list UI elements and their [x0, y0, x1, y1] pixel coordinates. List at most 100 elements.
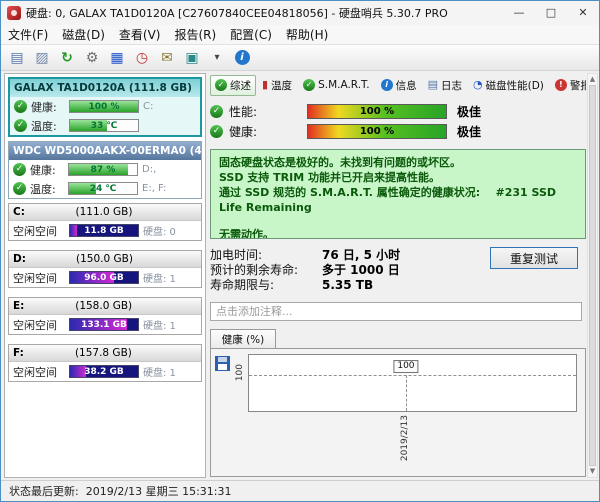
health-ok-icon: ✓: [14, 100, 27, 113]
data-point-label: 100: [393, 360, 418, 373]
partition-letter: D:: [13, 253, 26, 265]
tab-overview[interactable]: ✓ 综述: [210, 75, 256, 96]
drive-name: GALAX TA1D0120A (111.8 GB): [10, 79, 200, 97]
stat-power-on-time: 加电时间: 76 日, 5 小时: [210, 247, 490, 262]
titlebar: 硬盘: 0, GALAX TA1D0120A [C27607840CEE0481…: [1, 1, 599, 25]
sidebar-partition-f[interactable]: F: (157.8 GB) 空闲空间 38.2 GB 硬盘: 1: [8, 344, 202, 382]
hard-disk-icon[interactable]: ▤: [6, 47, 28, 69]
menu-disk[interactable]: 磁盘(D): [55, 25, 112, 45]
partition-size: (111.0 GB): [25, 206, 183, 218]
tab-temperature[interactable]: ▮ 温度: [257, 75, 297, 96]
tab-disk-performance[interactable]: ◔ 磁盘性能(D): [468, 75, 549, 96]
free-space-value: 11.8 GB: [70, 226, 138, 236]
menu-report[interactable]: 报告(R): [167, 25, 223, 45]
temp-label: 温度:: [31, 118, 65, 134]
scroll-down-icon[interactable]: ▼: [588, 466, 597, 477]
mail-icon[interactable]: ✉: [156, 47, 178, 69]
temp-ok-icon: ✓: [13, 182, 26, 195]
close-button[interactable]: ✕: [567, 1, 599, 25]
drive-temp-row: ✓ 温度: 24 ℃ E:, F:: [9, 179, 201, 198]
stat-lifetime-writes: 寿命期限与: 5.35 TB: [210, 277, 490, 292]
performance-label: 性能:: [229, 103, 301, 120]
temp-label: 温度:: [30, 181, 64, 197]
health-bar: 87 %: [68, 163, 138, 176]
sidebar-drive-wdc[interactable]: WDC WD5000AAKX-00ERMA0 (465.8 GB) ✓ 健康: …: [8, 141, 202, 199]
partition-header: E: (158.0 GB): [9, 298, 201, 315]
window-title: 硬盘: 0, GALAX TA1D0120A [C27607840CEE0481…: [26, 5, 503, 21]
tools-icon[interactable]: ⚙: [81, 47, 103, 69]
surface-test-icon[interactable]: ▦: [106, 47, 128, 69]
sidebar-partition-c[interactable]: C: (111.0 GB) 空闲空间 11.8 GB 硬盘: 0: [8, 203, 202, 241]
free-space-value: 38.2 GB: [70, 367, 138, 377]
tab-label: 信息: [396, 78, 417, 93]
tab-label: 警报(A): [570, 78, 586, 93]
partition-free-row: 空闲空间 38.2 GB 硬盘: 1: [9, 362, 201, 381]
stat-label: 寿命期限与:: [210, 276, 322, 293]
health-rating: 极佳: [457, 123, 481, 140]
app-disk-icon: [7, 6, 21, 20]
stats-list: 加电时间: 76 日, 5 小时 预计的剩余寿命: 多于 1000 日 寿命期限…: [210, 247, 490, 292]
free-space-label: 空闲空间: [13, 270, 65, 286]
tab-label: 磁盘性能(D): [486, 78, 544, 93]
tab-label: 温度: [271, 78, 292, 93]
clock-icon[interactable]: ◷: [131, 47, 153, 69]
status-line: 通过 SSD 规范的 S.M.A.R.T. 属性确定的健康状况: #231 SS…: [219, 185, 577, 215]
free-space-bar: 11.8 GB: [69, 224, 139, 237]
main-area: GALAX TA1D0120A (111.8 GB) ✓ 健康: 100 % C…: [1, 71, 599, 480]
minimize-button[interactable]: —: [503, 1, 535, 25]
dropdown-arrow-icon[interactable]: ▾: [206, 47, 228, 69]
tab-alerts[interactable]: ! 警报(A): [550, 75, 586, 96]
thermometer-icon: ▮: [262, 79, 268, 91]
performance-ok-icon: ✓: [210, 105, 223, 118]
disk-detect-icon[interactable]: ▨: [31, 47, 53, 69]
scroll-up-icon[interactable]: ▲: [588, 74, 597, 85]
chart-tab-health[interactable]: 健康 (%): [210, 329, 276, 348]
drive-partition-letters: C:: [143, 101, 153, 112]
status-text-box: 固态硬盘状态是极好的。未找到有问题的或坏区。 SSD 支持 TRIM 功能并已开…: [210, 149, 586, 239]
sidebar-partition-d[interactable]: D: (150.0 GB) 空闲空间 96.0 GB 硬盘: 1: [8, 250, 202, 288]
scrollbar-thumb[interactable]: [589, 85, 596, 466]
stats-area: 加电时间: 76 日, 5 小时 预计的剩余寿命: 多于 1000 日 寿命期限…: [210, 247, 586, 292]
status-last-updated: 状态最后更新: 2019/2/13 星期三 15:31:31: [9, 483, 232, 499]
vertical-scrollbar[interactable]: ▲ ▼: [587, 73, 598, 478]
comment-input[interactable]: [210, 302, 582, 321]
refresh-icon[interactable]: ↻: [56, 47, 78, 69]
drive-partition-letters: D:,: [142, 164, 156, 175]
info-icon[interactable]: i: [231, 47, 253, 69]
partition-size: (150.0 GB): [26, 253, 183, 265]
tab-label: 综述: [230, 78, 251, 93]
smart-check-icon: ✓: [303, 79, 315, 91]
free-space-bar: 96.0 GB: [69, 271, 139, 284]
menu-file[interactable]: 文件(F): [1, 25, 55, 45]
overview-check-icon: ✓: [215, 79, 227, 91]
status-line: SSD 支持 TRIM 功能并已开启来提高性能。: [219, 170, 577, 185]
health-ok-icon: ✓: [210, 125, 223, 138]
content-panel: ✓ 综述 ▮ 温度 ✓ S.M.A.R.T. i 信息 ▤ 日志: [210, 73, 586, 478]
menu-bar: 文件(F) 磁盘(D) 查看(V) 报告(R) 配置(C) 帮助(H): [1, 25, 599, 45]
retest-button[interactable]: 重复测试: [490, 247, 578, 269]
menu-view[interactable]: 查看(V): [112, 25, 168, 45]
alert-icon: !: [555, 79, 567, 91]
monitor-icon[interactable]: ▣: [181, 47, 203, 69]
sidebar-drive-galax[interactable]: GALAX TA1D0120A (111.8 GB) ✓ 健康: 100 % C…: [8, 77, 202, 137]
log-icon: ▤: [428, 79, 438, 91]
sidebar-partition-e[interactable]: E: (158.0 GB) 空闲空间 133.1 GB 硬盘: 1: [8, 297, 202, 335]
stat-value: 多于 1000 日: [322, 261, 400, 278]
tab-log[interactable]: ▤ 日志: [423, 75, 467, 96]
health-row: ✓ 健康: 100 % 极佳: [210, 121, 586, 141]
tab-smart[interactable]: ✓ S.M.A.R.T.: [298, 75, 375, 96]
temp-bar: 33 ℃: [69, 119, 139, 132]
maximize-button[interactable]: □: [535, 1, 567, 25]
tab-information[interactable]: i 信息: [376, 75, 422, 96]
y-axis-tick: 100: [235, 364, 245, 381]
performance-row: ✓ 性能: 100 % 极佳: [210, 101, 586, 121]
menu-config[interactable]: 配置(C): [223, 25, 279, 45]
partition-free-row: 空闲空间 133.1 GB 硬盘: 1: [9, 315, 201, 334]
drive-partition-letters: E:, F:: [142, 183, 166, 194]
menu-help[interactable]: 帮助(H): [279, 25, 335, 45]
save-chart-icon[interactable]: [215, 356, 230, 371]
stat-value: 5.35 TB: [322, 278, 373, 292]
app-window: 硬盘: 0, GALAX TA1D0120A [C27607840CEE0481…: [0, 0, 600, 502]
toolbar: ▤ ▨ ↻ ⚙ ▦ ◷ ✉ ▣ ▾ i: [1, 45, 599, 71]
status-line: 固态硬盘状态是极好的。未找到有问题的或坏区。: [219, 155, 577, 170]
